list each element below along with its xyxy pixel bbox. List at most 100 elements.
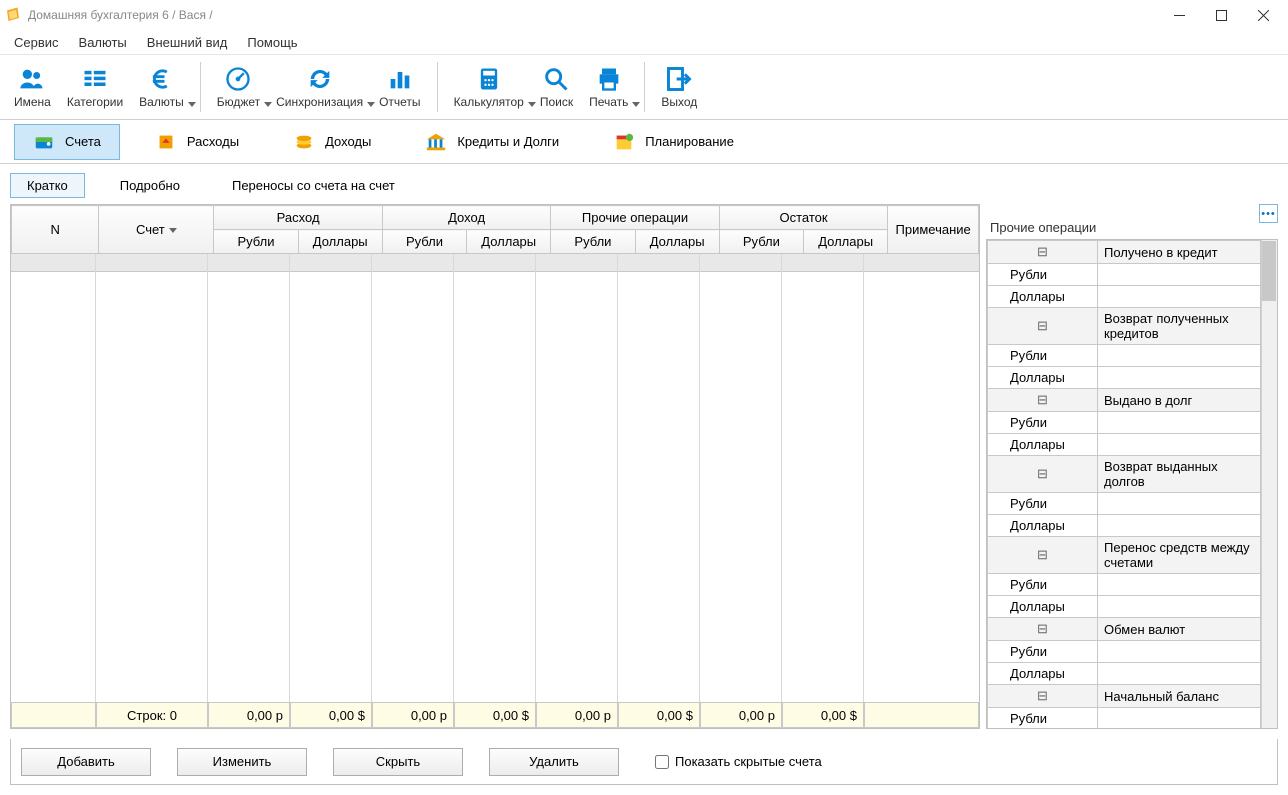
names-button[interactable]: Имена: [6, 61, 59, 113]
sync-icon: [306, 65, 334, 93]
bank-icon: [425, 131, 447, 153]
exit-button[interactable]: Выход: [653, 61, 705, 113]
category-icon: [81, 65, 109, 93]
print-icon: [595, 65, 623, 93]
footer-val: 0,00 $: [618, 702, 700, 728]
sync-button[interactable]: Синхронизация: [268, 61, 371, 113]
reports-button[interactable]: Отчеты: [371, 61, 428, 113]
sort-caret-icon: [169, 228, 177, 233]
menu-service[interactable]: Сервис: [4, 33, 69, 52]
side-row[interactable]: Рубли: [988, 708, 1261, 730]
more-handle[interactable]: •••: [1259, 204, 1278, 223]
tab-planning[interactable]: Планирование: [594, 124, 753, 160]
col-other-rub[interactable]: Рубли: [551, 230, 635, 254]
side-caption: Прочие операции: [986, 204, 1278, 239]
side-group[interactable]: ⊟Получено в кредит: [988, 241, 1261, 264]
separator: [437, 62, 438, 112]
maximize-button[interactable]: [1200, 0, 1242, 30]
wallet-icon: [33, 131, 55, 153]
col-other-usd[interactable]: Доллары: [635, 230, 719, 254]
collapse-icon[interactable]: ⊟: [988, 618, 1098, 641]
side-row[interactable]: Доллары: [988, 286, 1261, 308]
side-row[interactable]: Доллары: [988, 663, 1261, 685]
tab-expenses[interactable]: Расходы: [136, 124, 258, 160]
collapse-icon[interactable]: ⊟: [988, 308, 1098, 345]
col-expense[interactable]: Расход: [214, 206, 382, 230]
side-row[interactable]: Рубли: [988, 641, 1261, 663]
col-income-usd[interactable]: Доллары: [467, 230, 551, 254]
side-group[interactable]: ⊟Начальный баланс: [988, 685, 1261, 708]
footer-val: 0,00 р: [372, 702, 454, 728]
chart-icon: [386, 65, 414, 93]
budget-button[interactable]: Бюджет: [209, 61, 268, 113]
col-other[interactable]: Прочие операции: [551, 206, 719, 230]
expense-icon: [155, 131, 177, 153]
side-row[interactable]: Рубли: [988, 345, 1261, 367]
add-button[interactable]: Добавить: [21, 748, 151, 776]
collapse-icon[interactable]: ⊟: [988, 685, 1098, 708]
minimize-button[interactable]: [1158, 0, 1200, 30]
side-row[interactable]: Рубли: [988, 264, 1261, 286]
delete-button[interactable]: Удалить: [489, 748, 619, 776]
side-group[interactable]: ⊟Возврат полученных кредитов: [988, 308, 1261, 345]
tab-credits[interactable]: Кредиты и Долги: [406, 124, 578, 160]
collapse-icon[interactable]: ⊟: [988, 456, 1098, 493]
menu-view[interactable]: Внешний вид: [137, 33, 238, 52]
side-row[interactable]: Доллары: [988, 596, 1261, 618]
col-n[interactable]: N: [12, 206, 99, 254]
window-title: Домашняя бухгалтерия 6 / Вася /: [28, 8, 1158, 22]
titlebar: Домашняя бухгалтерия 6 / Вася /: [0, 0, 1288, 30]
collapse-icon[interactable]: ⊟: [988, 537, 1098, 574]
footer-val: 0,00 р: [700, 702, 782, 728]
grid-body[interactable]: [11, 254, 979, 702]
col-expense-usd[interactable]: Доллары: [298, 230, 382, 254]
menu-help[interactable]: Помощь: [237, 33, 307, 52]
col-balance-usd[interactable]: Доллары: [804, 230, 888, 254]
scrollbar[interactable]: [1261, 240, 1277, 728]
hide-button[interactable]: Скрыть: [333, 748, 463, 776]
col-income-rub[interactable]: Рубли: [382, 230, 466, 254]
subtabs: Кратко Подробно Переносы со счета на сче…: [0, 164, 1288, 200]
collapse-icon[interactable]: ⊟: [988, 389, 1098, 412]
menu-currencies[interactable]: Валюты: [69, 33, 137, 52]
show-hidden-checkbox[interactable]: Показать скрытые счета: [655, 754, 822, 769]
users-icon: [18, 65, 46, 93]
col-account[interactable]: Счет: [99, 206, 214, 254]
side-group[interactable]: ⊟Возврат выданных долгов: [988, 456, 1261, 493]
tab-accounts[interactable]: Счета: [14, 124, 120, 160]
col-expense-rub[interactable]: Рубли: [214, 230, 298, 254]
close-button[interactable]: [1242, 0, 1284, 30]
side-group[interactable]: ⊟Перенос средств между счетами: [988, 537, 1261, 574]
footer-val: 0,00 $: [290, 702, 372, 728]
side-row[interactable]: Доллары: [988, 515, 1261, 537]
edit-button[interactable]: Изменить: [177, 748, 307, 776]
calculator-button[interactable]: Калькулятор: [446, 61, 532, 113]
col-note[interactable]: Примечание: [888, 206, 979, 254]
chevron-down-icon: [632, 102, 640, 107]
footer-val: 0,00 р: [536, 702, 618, 728]
side-group[interactable]: ⊟Выдано в долг: [988, 389, 1261, 412]
categories-button[interactable]: Категории: [59, 61, 131, 113]
exit-icon: [665, 65, 693, 93]
print-button[interactable]: Печать: [581, 61, 636, 113]
col-balance-rub[interactable]: Рубли: [719, 230, 803, 254]
col-balance[interactable]: Остаток: [719, 206, 887, 230]
side-row[interactable]: Доллары: [988, 434, 1261, 456]
side-row[interactable]: Рубли: [988, 412, 1261, 434]
side-group[interactable]: ⊟Обмен валют: [988, 618, 1261, 641]
footer-val: 0,00 $: [782, 702, 864, 728]
side-row[interactable]: Рубли: [988, 574, 1261, 596]
search-button[interactable]: Поиск: [532, 61, 581, 113]
show-hidden-input[interactable]: [655, 755, 669, 769]
side-row[interactable]: Доллары: [988, 367, 1261, 389]
currencies-button[interactable]: Валюты: [131, 61, 192, 113]
col-income[interactable]: Доход: [382, 206, 550, 230]
side-row[interactable]: Рубли: [988, 493, 1261, 515]
subtab-transfers[interactable]: Переносы со счета на счет: [215, 173, 412, 198]
subtab-brief[interactable]: Кратко: [10, 173, 85, 198]
section-tabs: Счета Расходы Доходы Кредиты и Долги Пла…: [0, 120, 1288, 164]
side-panel: ••• Прочие операции ⊟Получено в кредитРу…: [986, 204, 1278, 729]
collapse-icon[interactable]: ⊟: [988, 241, 1098, 264]
tab-income[interactable]: Доходы: [274, 124, 390, 160]
subtab-detailed[interactable]: Подробно: [103, 173, 197, 198]
